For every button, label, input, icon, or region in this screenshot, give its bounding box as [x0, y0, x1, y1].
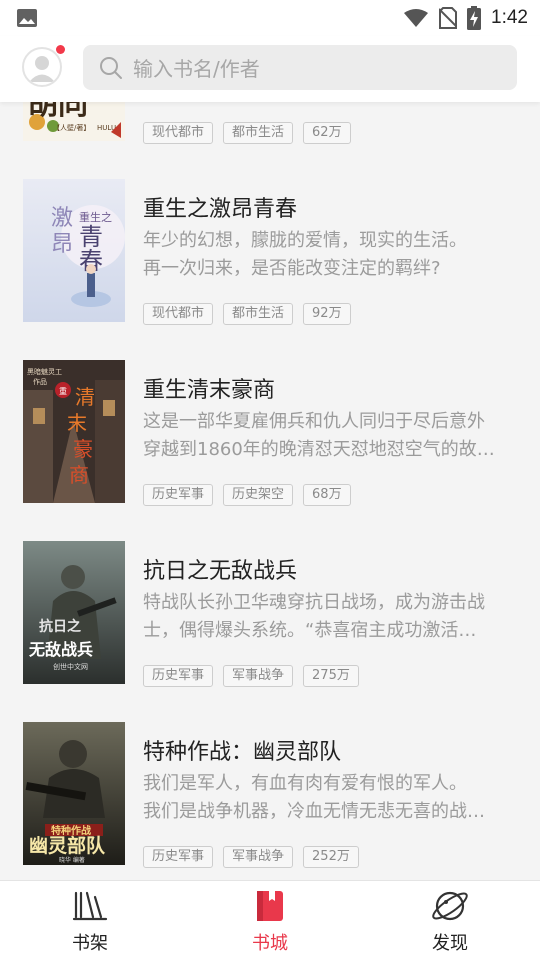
book-title: 抗日之无敌战兵	[143, 559, 298, 584]
svg-text:昂: 昂	[51, 232, 73, 257]
book-item[interactable]: 特种作战 幽灵部队 晓华 编著 特种作战：幽灵部队 我们是军人，有血有肉有爱有恨…	[0, 722, 540, 868]
tab-discover[interactable]: 发现	[360, 881, 540, 960]
no-sim-icon	[439, 7, 458, 29]
book-description: 特战队长孙卫华魂穿抗日战场，成为游击战 士，偶得爆头系统。“恭喜宿主成功激活…	[143, 592, 485, 641]
user-icon	[29, 56, 55, 82]
book-cover: 抗日之 无敌战兵 创世中文网	[23, 541, 125, 684]
tag-list: 现代都市 都市生活 92万	[143, 303, 351, 325]
svg-text:商: 商	[69, 463, 89, 487]
svg-text:创世中文网: 创世中文网	[53, 662, 88, 671]
wifi-icon	[404, 9, 429, 27]
status-bar: 1:42	[0, 0, 540, 36]
tag: 现代都市	[143, 303, 214, 325]
book-description: 年少的幻想，朦胧的爱情，现实的生活。 再一次归来，是否能改变注定的羁绊?	[143, 230, 467, 279]
book-title: 重生清末豪商	[143, 378, 276, 403]
tag-list: 历史军事 军事战争 275万	[143, 665, 359, 687]
bookstore-icon	[257, 891, 283, 921]
tag: 现代都市	[143, 122, 214, 144]
bottom-tab-bar: 书架 书城 发现	[0, 880, 540, 960]
tag: 92万	[303, 303, 351, 325]
svg-text:重生之: 重生之	[79, 210, 112, 224]
search-icon	[100, 56, 122, 79]
tag: 历史军事	[143, 484, 214, 506]
svg-text:重: 重	[59, 386, 67, 396]
search-placeholder: 输入书名/作者	[133, 57, 260, 81]
bookshelf-icon	[72, 891, 108, 921]
tab-label: 书城	[252, 933, 288, 954]
svg-text:幽灵部队: 幽灵部队	[29, 834, 106, 857]
gallery-icon	[17, 9, 37, 27]
svg-text:抗日之: 抗日之	[39, 618, 81, 635]
svg-text:晓华 编著: 晓华 编著	[59, 856, 85, 864]
svg-text:末: 末	[67, 411, 87, 435]
avatar[interactable]	[22, 47, 62, 87]
tag: 62万	[303, 122, 351, 144]
tag-list: 历史军事 历史架空 68万	[143, 484, 351, 506]
tag-list: 历史军事 军事战争 252万	[143, 846, 359, 868]
notification-dot	[56, 45, 65, 54]
tag: 历史军事	[143, 846, 214, 868]
svg-text:无敌战兵: 无敌战兵	[28, 640, 93, 659]
tag: 275万	[303, 665, 359, 687]
book-cover: 黑暗魅灵工 作品 重 清 末 豪 商	[23, 360, 125, 503]
svg-text:【人壁/著】: 【人壁/著】	[53, 123, 90, 132]
tab-label: 发现	[432, 933, 468, 954]
book-item[interactable]: 激 昂 重生之 青 春 重生之激昂青春 年少的幻想，朦胧的爱情，现实的生活。 再…	[0, 179, 540, 325]
svg-text:作品: 作品	[33, 377, 47, 386]
book-item[interactable]: 抗日之 无敌战兵 创世中文网 抗日之无敌战兵 特战队长孙卫华魂穿抗日战场，成为游…	[0, 541, 540, 687]
book-list[interactable]: 胡同 【人壁/著】 HULU 现代都市 都市生活 62万 激 昂 重生之 青 春…	[0, 0, 540, 880]
battery-charging-icon	[467, 6, 482, 30]
svg-text:豪: 豪	[73, 437, 93, 461]
book-title: 重生之激昂青春	[143, 197, 298, 222]
tab-bookshelf[interactable]: 书架	[0, 881, 180, 960]
svg-text:黑暗魅灵工: 黑暗魅灵工	[27, 367, 62, 376]
tag: 都市生活	[223, 122, 294, 144]
top-header: 输入书名/作者	[0, 36, 540, 102]
tab-label: 书架	[72, 933, 108, 954]
book-cover: 激 昂 重生之 青 春	[23, 179, 125, 322]
tag: 历史架空	[223, 484, 294, 506]
book-description: 我们是军人，有血有肉有爱有恨的军人。 我们是战争机器，冷血无情无悲无喜的战…	[143, 773, 485, 822]
tag: 历史军事	[143, 665, 214, 687]
svg-text:清: 清	[75, 385, 95, 409]
tag: 252万	[303, 846, 359, 868]
tag: 都市生活	[223, 303, 294, 325]
book-item[interactable]: 黑暗魅灵工 作品 重 清 末 豪 商 重生清末豪商 这是一部华夏雇佣兵和仇人同归…	[0, 360, 540, 506]
clock: 1:42	[491, 7, 528, 28]
tab-bookstore[interactable]: 书城	[180, 881, 360, 960]
book-cover: 特种作战 幽灵部队 晓华 编著	[23, 722, 125, 865]
book-description: 这是一部华夏雇佣兵和仇人同归于尽后意外 穿越到1860年的晚清怼天怼地怼空气的故…	[143, 411, 495, 460]
svg-text:激: 激	[51, 206, 73, 231]
book-title: 特种作战：幽灵部队	[143, 740, 342, 765]
tag: 军事战争	[223, 665, 294, 687]
tag: 军事战争	[223, 846, 294, 868]
tag-list: 现代都市 都市生活 62万	[143, 122, 351, 144]
search-input[interactable]: 输入书名/作者	[83, 45, 517, 90]
tag: 68万	[303, 484, 351, 506]
planet-icon	[432, 891, 468, 921]
